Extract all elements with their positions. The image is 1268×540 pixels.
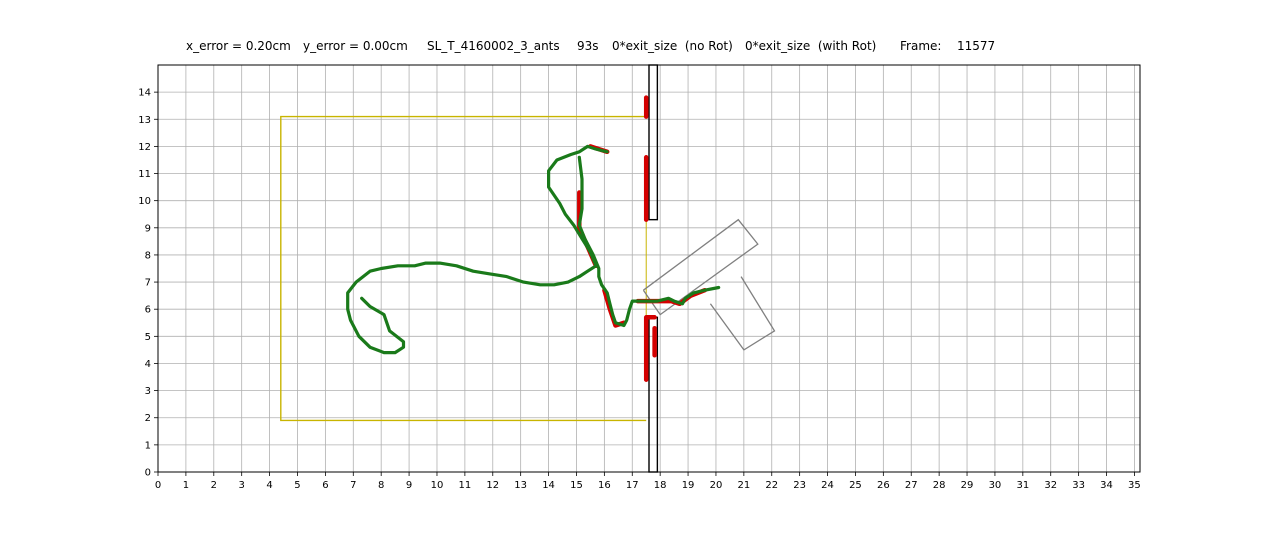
- x-tick-label: 6: [322, 480, 328, 491]
- x-tick-label: 26: [877, 480, 890, 491]
- x-tick-label: 25: [849, 480, 862, 491]
- x-tick-label: 34: [1100, 480, 1113, 491]
- x-tick-label: 14: [542, 480, 555, 491]
- x-tick-label: 27: [905, 480, 918, 491]
- x-tick-label: 13: [514, 480, 527, 491]
- x-tick-label: 31: [1016, 480, 1029, 491]
- contact-layer: [577, 95, 708, 382]
- x-tick-label: 22: [765, 480, 778, 491]
- y-tick-label: 3: [145, 386, 151, 397]
- x-tick-label: 19: [682, 480, 695, 491]
- y-tick-label: 14: [138, 88, 151, 99]
- y-tick-label: 2: [145, 413, 151, 424]
- x-tick-label: 5: [294, 480, 300, 491]
- x-tick-label: 29: [961, 480, 974, 491]
- x-tick-label: 12: [486, 480, 499, 491]
- x-tick-label: 10: [431, 480, 444, 491]
- x-tick-label: 16: [598, 480, 611, 491]
- x-tick-label: 30: [989, 480, 1002, 491]
- y-tick-label: 9: [145, 223, 151, 234]
- axes: 0 1 2 3 4 5 6 7 8 9 10 11 12 13 14 15 16 17 18 19 20 21 22 23 24…: [138, 64, 1141, 491]
- trajectory-line: [346, 144, 609, 355]
- y-tick-label: 8: [145, 250, 151, 261]
- x-tick-label: 8: [378, 480, 384, 491]
- series-layer: [346, 144, 721, 355]
- x-tick-label: 28: [933, 480, 946, 491]
- x-tick-label: 18: [654, 480, 667, 491]
- y-tick-label: 4: [145, 359, 151, 370]
- y-tick-label: 12: [138, 142, 151, 153]
- x-tick-label: 35: [1128, 480, 1141, 491]
- x-tick-label: 33: [1072, 480, 1085, 491]
- x-tick-label: 0: [155, 480, 161, 491]
- x-tick-label: 20: [710, 480, 723, 491]
- top-wall: [648, 64, 659, 221]
- x-tick-label: 9: [406, 480, 412, 491]
- y-tick-label: 0: [145, 468, 151, 479]
- x-tick-label: 17: [626, 480, 639, 491]
- x-tick-label: 21: [737, 480, 750, 491]
- y-tick-label: 1: [145, 440, 151, 451]
- y-tick-label: 6: [145, 305, 151, 316]
- x-tick-label: 32: [1044, 480, 1057, 491]
- x-tick-label: 4: [266, 480, 272, 491]
- x-tick-label: 11: [459, 480, 472, 491]
- x-tick-label: 1: [183, 480, 189, 491]
- trajectory-chart: 0 1 2 3 4 5 6 7 8 9 10 11 12 13 14 15 16 17 18 19 20 21 22 23 24…: [138, 64, 1141, 491]
- x-tick-label: 7: [350, 480, 356, 491]
- x-tick-label: 3: [239, 480, 245, 491]
- y-tick-label: 5: [145, 332, 151, 343]
- x-tick-label: 2: [211, 480, 217, 491]
- x-tick-label: 23: [793, 480, 806, 491]
- y-tick-label: 11: [138, 169, 151, 180]
- y-tick-label: 13: [138, 115, 151, 126]
- x-tick-label: 24: [821, 480, 834, 491]
- x-tick-label: 15: [570, 480, 583, 491]
- y-tick-label: 7: [145, 278, 151, 289]
- y-tick-label: 10: [138, 196, 151, 207]
- arena-layer: [280, 64, 776, 473]
